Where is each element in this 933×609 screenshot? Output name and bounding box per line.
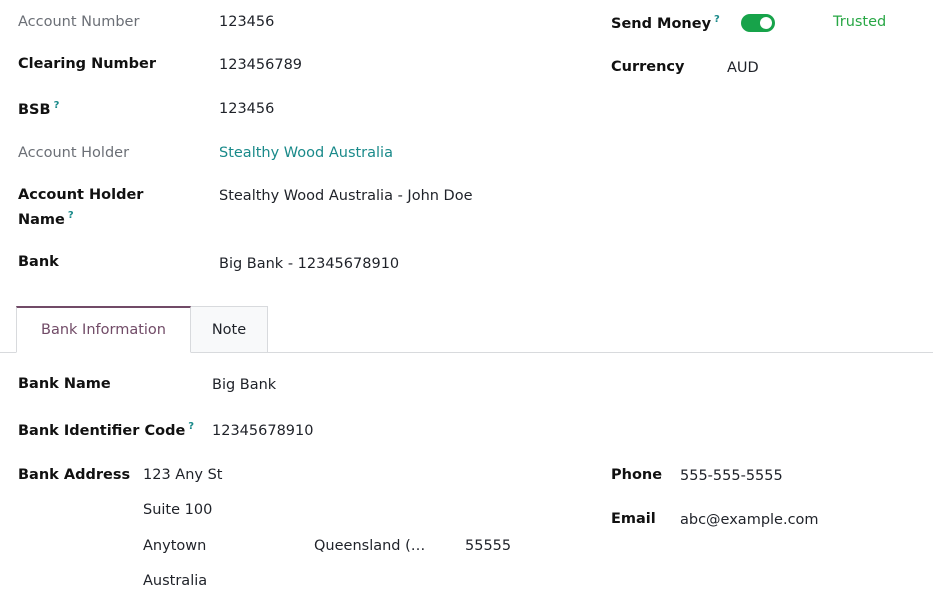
- address-street[interactable]: 123 Any St: [143, 467, 222, 483]
- account-holder-name-value[interactable]: Stealthy Wood Australia - John Doe: [219, 188, 473, 204]
- currency-value[interactable]: AUD: [727, 60, 759, 76]
- bsb-help-icon[interactable]: ?: [54, 100, 60, 111]
- bank-name-value[interactable]: Big Bank: [212, 377, 276, 393]
- bank-name-label: Bank Name: [18, 376, 111, 392]
- account-holder-label: Account Holder: [18, 145, 130, 161]
- account-holder-name-label-text: Name: [18, 211, 65, 228]
- tab-bank-information[interactable]: Bank Information: [16, 306, 191, 353]
- bic-value[interactable]: 12345678910: [212, 423, 313, 439]
- tab-bank-information-label: Bank Information: [41, 322, 166, 338]
- tab-note-label: Note: [211, 321, 247, 338]
- address-street2[interactable]: Suite 100: [143, 502, 212, 518]
- bic-label-text: Bank Identifier Code: [18, 422, 186, 439]
- address-state[interactable]: Queensland (…: [314, 538, 425, 554]
- tab-note[interactable]: Note: [190, 306, 268, 352]
- account-holder-link[interactable]: Stealthy Wood Australia: [219, 145, 393, 161]
- phone-label: Phone: [611, 467, 663, 483]
- bank-label: Bank: [18, 254, 59, 270]
- account-holder-name-label-line2: Name?: [18, 210, 74, 228]
- send-money-toggle[interactable]: [741, 14, 775, 32]
- send-money-label: Send Money?: [611, 14, 720, 32]
- account-number-value[interactable]: 123456: [219, 14, 274, 30]
- bic-help-icon[interactable]: ?: [188, 421, 194, 432]
- account-holder-name-help-icon[interactable]: ?: [68, 210, 74, 221]
- send-money-label-text: Send Money: [611, 15, 712, 32]
- email-label: Email: [611, 511, 656, 527]
- account-holder-name-label-line1: Account Holder: [18, 187, 144, 203]
- bank-address-label: Bank Address: [18, 467, 131, 483]
- bsb-label: BSB?: [18, 100, 59, 118]
- bank-value[interactable]: Big Bank - 12345678910: [219, 256, 399, 272]
- clearing-number-label: Clearing Number: [18, 56, 157, 72]
- clearing-number-value[interactable]: 123456789: [219, 57, 302, 73]
- toggle-knob: [760, 17, 772, 29]
- phone-value[interactable]: 555-555-5555: [680, 468, 783, 484]
- address-country[interactable]: Australia: [143, 573, 207, 589]
- bsb-label-text: BSB: [18, 101, 51, 118]
- address-zip[interactable]: 55555: [465, 538, 511, 554]
- address-city[interactable]: Anytown: [143, 538, 206, 554]
- account-number-label: Account Number: [18, 14, 140, 30]
- email-value[interactable]: abc@example.com: [680, 512, 819, 528]
- bsb-value[interactable]: 123456: [219, 101, 274, 117]
- currency-label: Currency: [611, 59, 685, 75]
- bic-label: Bank Identifier Code?: [18, 421, 194, 439]
- send-money-help-icon[interactable]: ?: [714, 14, 720, 25]
- trusted-status: Trusted: [833, 14, 887, 30]
